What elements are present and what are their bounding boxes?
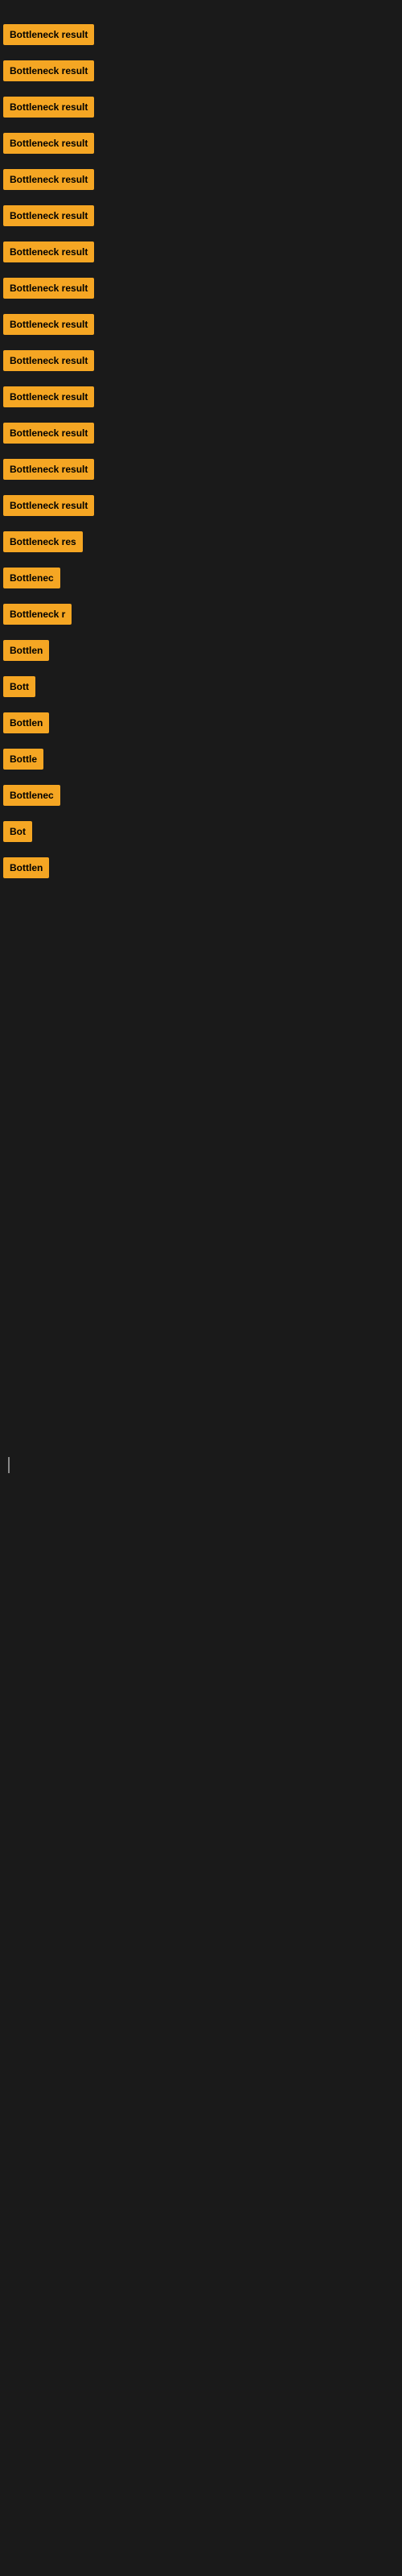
bottleneck-row: Bottleneck result: [0, 270, 402, 306]
bottleneck-row: Bottleneck result: [0, 306, 402, 342]
bottleneck-badge[interactable]: Bottleneck result: [3, 495, 94, 516]
bottleneck-badge[interactable]: Bottlen: [3, 640, 49, 661]
bottleneck-row: Bottleneck result: [0, 233, 402, 270]
bottleneck-badge[interactable]: Bott: [3, 676, 35, 697]
bottleneck-badge[interactable]: Bottleneck result: [3, 459, 94, 480]
bottleneck-row: Bottleneck result: [0, 342, 402, 378]
bottleneck-row: Bottleneck result: [0, 378, 402, 415]
page-content: Bottleneck result Bottleneck result Bottle…: [0, 0, 402, 2117]
bottleneck-badge[interactable]: Bottleneck result: [3, 423, 94, 444]
bottleneck-row: Bottlen: [0, 704, 402, 741]
bottleneck-badge[interactable]: Bottleneck result: [3, 133, 94, 154]
bottleneck-badge[interactable]: Bottleneck result: [3, 169, 94, 190]
bottleneck-badge[interactable]: Bottleneck result: [3, 60, 94, 81]
bottleneck-row: Bottle: [0, 741, 402, 777]
bottleneck-badge[interactable]: Bottleneck res: [3, 531, 83, 552]
bottom-space: [0, 1473, 402, 2117]
bottleneck-row: Bottleneck res: [0, 523, 402, 559]
bottleneck-row: Bottleneck r: [0, 596, 402, 632]
bottleneck-badge[interactable]: Bottleneck result: [3, 278, 94, 299]
cursor-line: [8, 1457, 10, 1473]
bottleneck-row: Bottlenec: [0, 777, 402, 813]
bottleneck-row: Bottleneck result: [0, 52, 402, 89]
bottleneck-badge[interactable]: Bottle: [3, 749, 43, 770]
bottleneck-badge[interactable]: Bottleneck r: [3, 604, 72, 625]
bottleneck-badge[interactable]: Bottleneck result: [3, 97, 94, 118]
bottleneck-row: Bottleneck result: [0, 89, 402, 125]
site-title: [0, 0, 402, 13]
bottleneck-badge[interactable]: Bottleneck result: [3, 314, 94, 335]
bottleneck-badge[interactable]: Bot: [3, 821, 32, 842]
bottleneck-row: Bottleneck result: [0, 16, 402, 52]
bottleneck-badge[interactable]: Bottleneck result: [3, 24, 94, 45]
bottleneck-badge[interactable]: Bottlenec: [3, 568, 60, 588]
bottleneck-row: Bottleneck result: [0, 451, 402, 487]
bottleneck-badge[interactable]: Bottlen: [3, 712, 49, 733]
bottleneck-badge[interactable]: Bottleneck result: [3, 205, 94, 226]
items-container: Bottleneck result Bottleneck result Bottle…: [0, 13, 402, 886]
bottleneck-badge[interactable]: Bottlen: [3, 857, 49, 878]
empty-area: [0, 886, 402, 1449]
bottleneck-badge[interactable]: Bottleneck result: [3, 350, 94, 371]
bottleneck-row: Bot: [0, 813, 402, 849]
bottleneck-row: Bottlen: [0, 632, 402, 668]
bottleneck-row: Bottleneck result: [0, 161, 402, 197]
bottleneck-badge[interactable]: Bottlenec: [3, 785, 60, 806]
bottleneck-row: Bottlen: [0, 849, 402, 886]
bottleneck-row: Bottlenec: [0, 559, 402, 596]
bottleneck-row: Bottleneck result: [0, 415, 402, 451]
bottleneck-row: Bottleneck result: [0, 125, 402, 161]
bottleneck-row: Bottleneck result: [0, 487, 402, 523]
bottleneck-row: Bott: [0, 668, 402, 704]
bottleneck-badge[interactable]: Bottleneck result: [3, 242, 94, 262]
bottleneck-badge[interactable]: Bottleneck result: [3, 386, 94, 407]
bottleneck-row: Bottleneck result: [0, 197, 402, 233]
